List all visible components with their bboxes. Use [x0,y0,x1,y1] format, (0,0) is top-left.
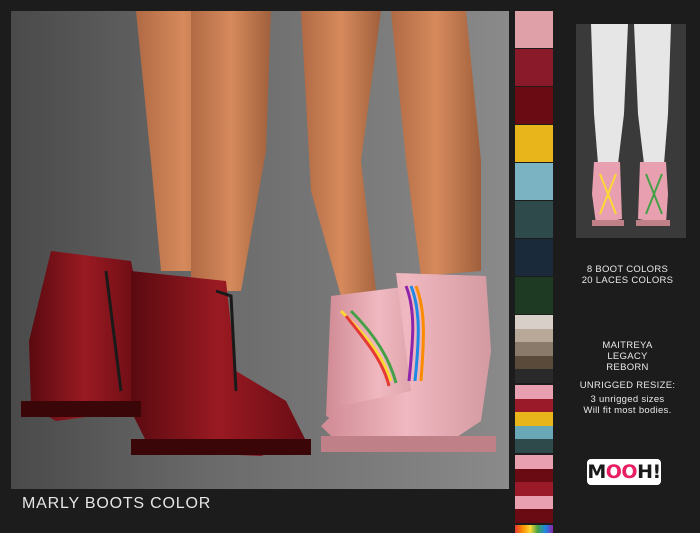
boot-color-swatch [515,239,553,276]
boot-color-swatch [515,87,553,124]
logo-oo: OO [605,461,638,483]
unrigged-line-2: Will fit most bodies. [583,405,672,416]
legs-preview-image [576,24,686,238]
lace-color-stripe [515,425,553,440]
lace-color-stripe [515,355,553,370]
unrigged-heading: UNRIGGED RESIZE: [579,380,676,391]
mooh-logo: M OO H! [587,459,661,485]
unrigged-info: UNRIGGED RESIZE: 3 unrigged sizes Will f… [555,380,700,416]
boot-color-swatches [515,11,553,314]
lace-color-stripe [515,369,553,383]
lace-color-stripe [515,342,553,356]
lace-color-stripe [515,439,553,453]
color-count-info: 8 BOOT COLORS 20 LACES COLORS [555,264,700,286]
logo-h: H! [637,461,661,483]
lace-color-group [515,455,553,523]
lace-color-stripe [515,315,553,329]
lace-color-stripe [515,328,553,343]
unrigged-line-1: 3 unrigged sizes [590,394,665,405]
boot-color-swatch [515,201,553,238]
compatible-bodies: MAITREYA LEGACY REBORN [555,340,700,373]
boot-color-swatch [515,163,553,200]
color-swatches [515,11,553,533]
boot-colors-text: 8 BOOT COLORS [586,264,669,275]
boot-color-swatch [515,49,553,86]
body-maitreya: MAITREYA [602,340,653,351]
lace-color-swatches [515,315,553,523]
lace-color-stripe [515,455,553,469]
lace-color-stripe [515,495,553,510]
laces-colors-text: 20 LACES COLORS [581,275,674,286]
boots-photo [11,11,509,489]
lace-color-group [515,385,553,453]
body-reborn: REBORN [606,362,649,373]
lace-color-stripe [515,509,553,523]
logo-m: M [587,461,606,483]
lace-color-stripe [515,398,553,413]
product-title: MARLY BOOTS COLOR [22,495,212,512]
lace-color-stripe [515,468,553,483]
lace-color-stripe [515,482,553,496]
lace-color-stripe [515,412,553,426]
lace-color-stripe [515,385,553,399]
boot-color-swatch [515,277,553,314]
body-legacy: LEGACY [607,351,648,362]
rainbow-lace-swatch [515,525,553,533]
lace-color-group [515,315,553,383]
boot-color-swatch [515,125,553,162]
boot-color-swatch [515,11,553,48]
